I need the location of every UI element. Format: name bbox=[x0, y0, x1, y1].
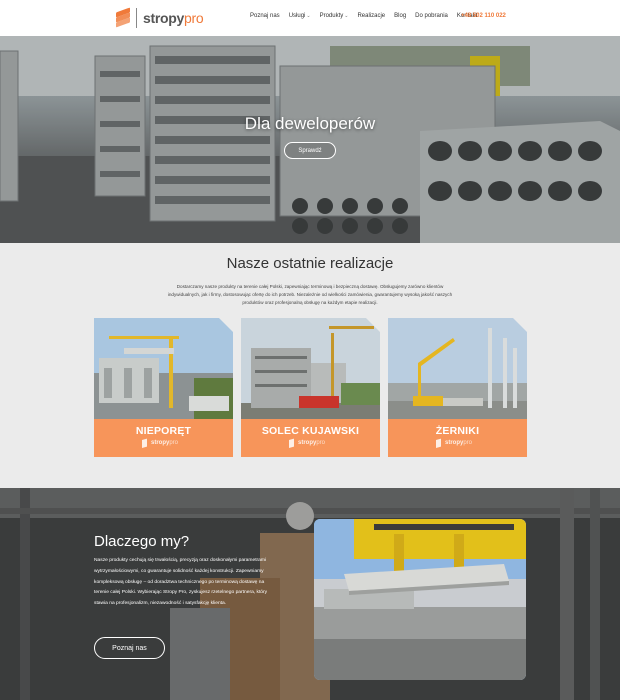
stropypro-logo: stropypro bbox=[436, 438, 486, 448]
why-us-title: Dlaczego my? bbox=[94, 533, 190, 550]
realization-name: ŻERNIKI bbox=[435, 425, 480, 437]
main-nav: Poznaj nas Usługi⌄ Produkty⌄ Realizacje … bbox=[250, 13, 486, 19]
chevron-down-icon: ⌄ bbox=[306, 13, 311, 19]
realization-name: NIEPORĘT bbox=[135, 425, 192, 437]
hero-banner: Dla deweloperów Sprawdź bbox=[0, 36, 620, 243]
stropypro-logo: stropypro bbox=[289, 438, 339, 448]
why-background-image bbox=[0, 488, 620, 700]
realization-name: SOLEC KUJAWSKI bbox=[261, 425, 360, 437]
site-header: stropypro Poznaj nas Usługi⌄ Produkty⌄ R… bbox=[0, 0, 620, 36]
nav-item-do-pobrania[interactable]: Do pobrania bbox=[415, 13, 448, 19]
nav-item-produkty[interactable]: Produkty⌄ bbox=[320, 13, 349, 19]
why-us-photo bbox=[314, 519, 526, 680]
realizations-description: Dostarczamy nasze produkty na terenie ca… bbox=[167, 284, 453, 305]
realization-photo bbox=[94, 318, 233, 419]
realization-card-solec-kujawski[interactable]: SOLEC KUJAWSKI stropypro bbox=[241, 318, 380, 457]
nav-item-poznaj-nas[interactable]: Poznaj nas bbox=[250, 13, 280, 19]
nav-item-blog[interactable]: Blog bbox=[394, 13, 406, 19]
logo[interactable]: stropypro bbox=[116, 6, 204, 30]
logo-divider bbox=[136, 8, 137, 28]
realizations-title: Nasze ostatnie realizacje bbox=[226, 255, 394, 272]
hero-check-button[interactable]: Sprawdź bbox=[284, 142, 336, 159]
phone-link[interactable]: +48 502 110 022 bbox=[461, 13, 506, 19]
hero-title: Dla deweloperów bbox=[244, 114, 376, 133]
why-us-button[interactable]: Poznaj nas bbox=[94, 637, 165, 659]
hero-background-image bbox=[0, 36, 620, 243]
realization-photo bbox=[388, 318, 527, 419]
chevron-down-icon: ⌄ bbox=[344, 13, 349, 19]
realization-card-nieporet[interactable]: NIEPORĘT stropypro bbox=[94, 318, 233, 457]
realization-photo bbox=[241, 318, 380, 419]
why-us-text: Nasze produkty cechują się trwałością, p… bbox=[94, 558, 268, 607]
nav-item-uslugi[interactable]: Usługi⌄ bbox=[289, 13, 311, 19]
logo-text: stropypro bbox=[143, 10, 204, 26]
realization-card-zerniki[interactable]: ŻERNIKI stropypro bbox=[388, 318, 527, 457]
stropypro-logo: stropypro bbox=[142, 438, 192, 448]
realizations-section: Nasze ostatnie realizacje Dostarczamy na… bbox=[0, 243, 620, 488]
logo-icon bbox=[116, 7, 130, 28]
why-us-section: Dlaczego my? Nasze produkty cechują się … bbox=[0, 488, 620, 700]
nav-item-realizacje[interactable]: Realizacje bbox=[357, 13, 385, 19]
